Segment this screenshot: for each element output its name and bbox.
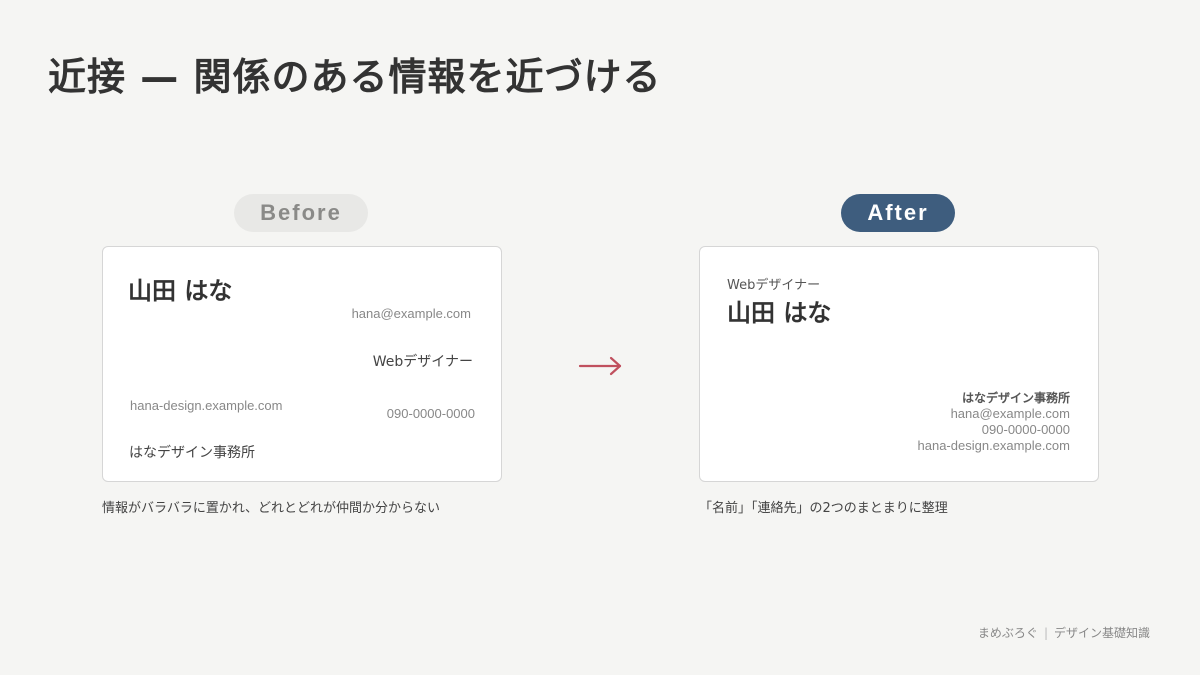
before-card-role: Webデザイナー xyxy=(372,354,473,370)
before-business-card: 山田 はな hana@example.com Webデザイナー hana-des… xyxy=(102,246,502,482)
after-card-name: 山田 はな xyxy=(727,299,832,327)
footer-brand: まめぶろぐ xyxy=(977,626,1038,640)
before-card-phone: 090-0000-0000 xyxy=(386,406,475,421)
before-label: Before xyxy=(234,194,368,232)
before-card-email: hana@example.com xyxy=(351,306,471,321)
right-arrow-icon xyxy=(578,356,622,376)
after-business-card: Webデザイナー 山田 はな はなデザイン事務所 hana@example.co… xyxy=(699,246,1099,482)
before-card-website: hana-design.example.com xyxy=(130,398,283,413)
footer: まめぶろぐ | デザイン基礎知識 xyxy=(978,624,1150,641)
after-caption: 「名前」「連絡先」の2つのまとまりに整理 xyxy=(699,501,948,516)
before-caption: 情報がバラバラに置かれ、どれとどれが仲間か分からない xyxy=(102,501,441,516)
footer-series: デザイン基礎知識 xyxy=(1053,626,1150,640)
after-card-phone: 090-0000-0000 xyxy=(981,422,1070,437)
before-card-name: 山田 はな xyxy=(128,277,233,305)
after-label: After xyxy=(841,194,955,232)
footer-separator: | xyxy=(1043,626,1048,640)
after-card-office: はなデザイン事務所 xyxy=(961,391,1070,405)
after-card-email: hana@example.com xyxy=(950,406,1070,421)
after-card-contact-group: はなデザイン事務所 hana@example.com 090-0000-0000… xyxy=(918,390,1070,454)
after-card-website: hana-design.example.com xyxy=(917,438,1070,453)
slide-title: 近接 — 関係のある情報を近づける xyxy=(48,55,662,99)
before-card-office: はなデザイン事務所 xyxy=(129,445,255,461)
after-card-role: Webデザイナー xyxy=(727,278,821,293)
